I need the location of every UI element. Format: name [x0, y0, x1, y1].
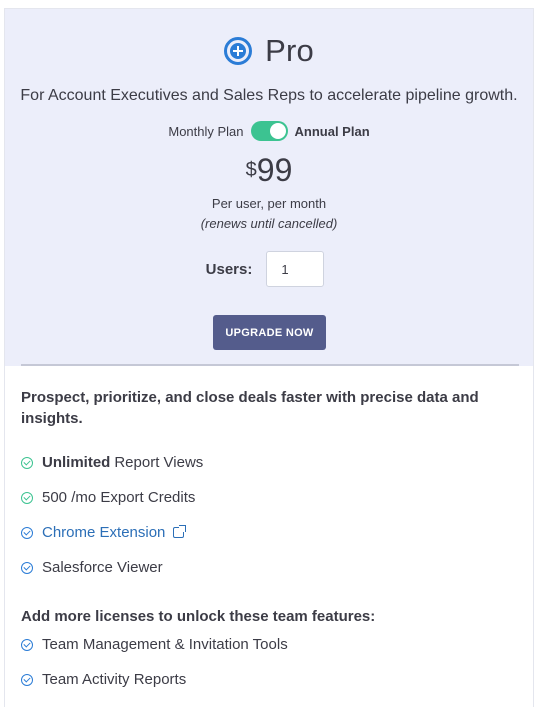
check-circle-icon [21, 638, 33, 651]
billing-toggle[interactable] [250, 121, 288, 141]
chrome-extension-link[interactable]: Chrome Extension [42, 524, 165, 541]
price-currency: $ [245, 159, 257, 181]
check-circle-icon [21, 456, 33, 469]
external-link-icon[interactable] [173, 525, 187, 538]
check-circle-icon [21, 673, 33, 686]
monthly-plan-label[interactable]: Monthly Plan [168, 124, 243, 139]
feature-text: Report Views [114, 454, 204, 471]
check-circle-icon [21, 561, 33, 574]
pricing-card: Pro For Account Executives and Sales Rep… [4, 8, 534, 707]
toggle-knob [269, 123, 286, 139]
team-feature-list: Team Management & Invitation Tools Team … [21, 627, 511, 697]
feature-item: 500 /mo Export Credits [21, 480, 511, 515]
price-period: Per user, per month [211, 196, 327, 211]
users-row: Users: [5, 251, 533, 287]
renewal-note: (renews until cancelled) [200, 216, 338, 231]
team-feature-text: Team Management & Invitation Tools [42, 636, 288, 653]
divider [21, 364, 519, 366]
billing-toggle-row: Monthly Plan Annual Plan [5, 121, 533, 141]
price-amount: 99 [256, 152, 293, 188]
team-features-heading: Add more licenses to unlock these team f… [21, 608, 376, 625]
plus-circle-icon [224, 37, 253, 65]
users-input[interactable] [266, 251, 325, 287]
plan-subtitle: For Account Executives and Sales Reps to… [20, 87, 518, 104]
feature-item: Chrome Extension [21, 515, 511, 550]
check-circle-icon [21, 491, 33, 504]
plan-header: Pro [5, 31, 533, 71]
feature-bold: Unlimited [42, 454, 111, 471]
users-label: Users: [205, 260, 253, 278]
team-feature-text: Team Activity Reports [42, 671, 187, 688]
price: $99 [5, 152, 533, 189]
feature-list: Unlimited Report Views 500 /mo Export Cr… [21, 445, 511, 585]
feature-item: Salesforce Viewer [21, 550, 511, 585]
team-feature-item: Team Activity Reports [21, 662, 511, 697]
plan-title: Pro [265, 33, 314, 68]
feature-item: Unlimited Report Views [21, 445, 511, 480]
team-feature-item: Team Management & Invitation Tools [21, 627, 511, 662]
check-circle-icon [21, 526, 33, 539]
annual-plan-label[interactable]: Annual Plan [295, 124, 370, 139]
feature-text: 500 /mo Export Credits [42, 489, 196, 506]
feature-text: Salesforce Viewer [42, 559, 163, 576]
plan-description: Prospect, prioritize, and close deals fa… [21, 389, 479, 427]
upgrade-now-button[interactable]: UPGRADE NOW [213, 315, 326, 350]
